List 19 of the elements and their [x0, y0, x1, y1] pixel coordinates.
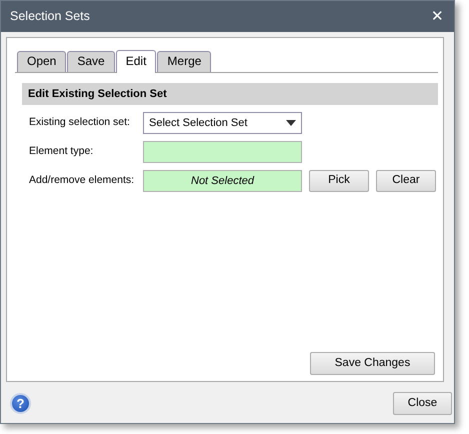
section-header: Edit Existing Selection Set	[22, 83, 438, 105]
caret-icon	[286, 120, 296, 126]
input-field[interactable]	[143, 141, 302, 163]
action-button[interactable]: Clear	[376, 170, 436, 192]
tab[interactable]: Save	[67, 51, 115, 72]
tab[interactable]: Open	[17, 51, 66, 72]
field-label: Existing selection set:	[29, 115, 131, 130]
close-button[interactable]: ✕	[429, 9, 446, 24]
window-title: Selection Sets	[10, 8, 90, 26]
action-button[interactable]: Pick	[309, 170, 369, 192]
close-button[interactable]: Close	[393, 392, 452, 415]
field-label: Element type:	[29, 144, 94, 160]
tab[interactable]: Edit	[116, 50, 156, 73]
tab[interactable]: Merge	[157, 51, 212, 72]
input-field[interactable]: Not Selected	[143, 170, 302, 192]
dropdown[interactable]: Select Selection Set	[143, 112, 302, 134]
field-label: Add/remove elements:	[29, 173, 136, 188]
help-icon[interactable]: ?	[10, 393, 31, 414]
save-changes-button[interactable]: Save Changes	[310, 352, 435, 375]
